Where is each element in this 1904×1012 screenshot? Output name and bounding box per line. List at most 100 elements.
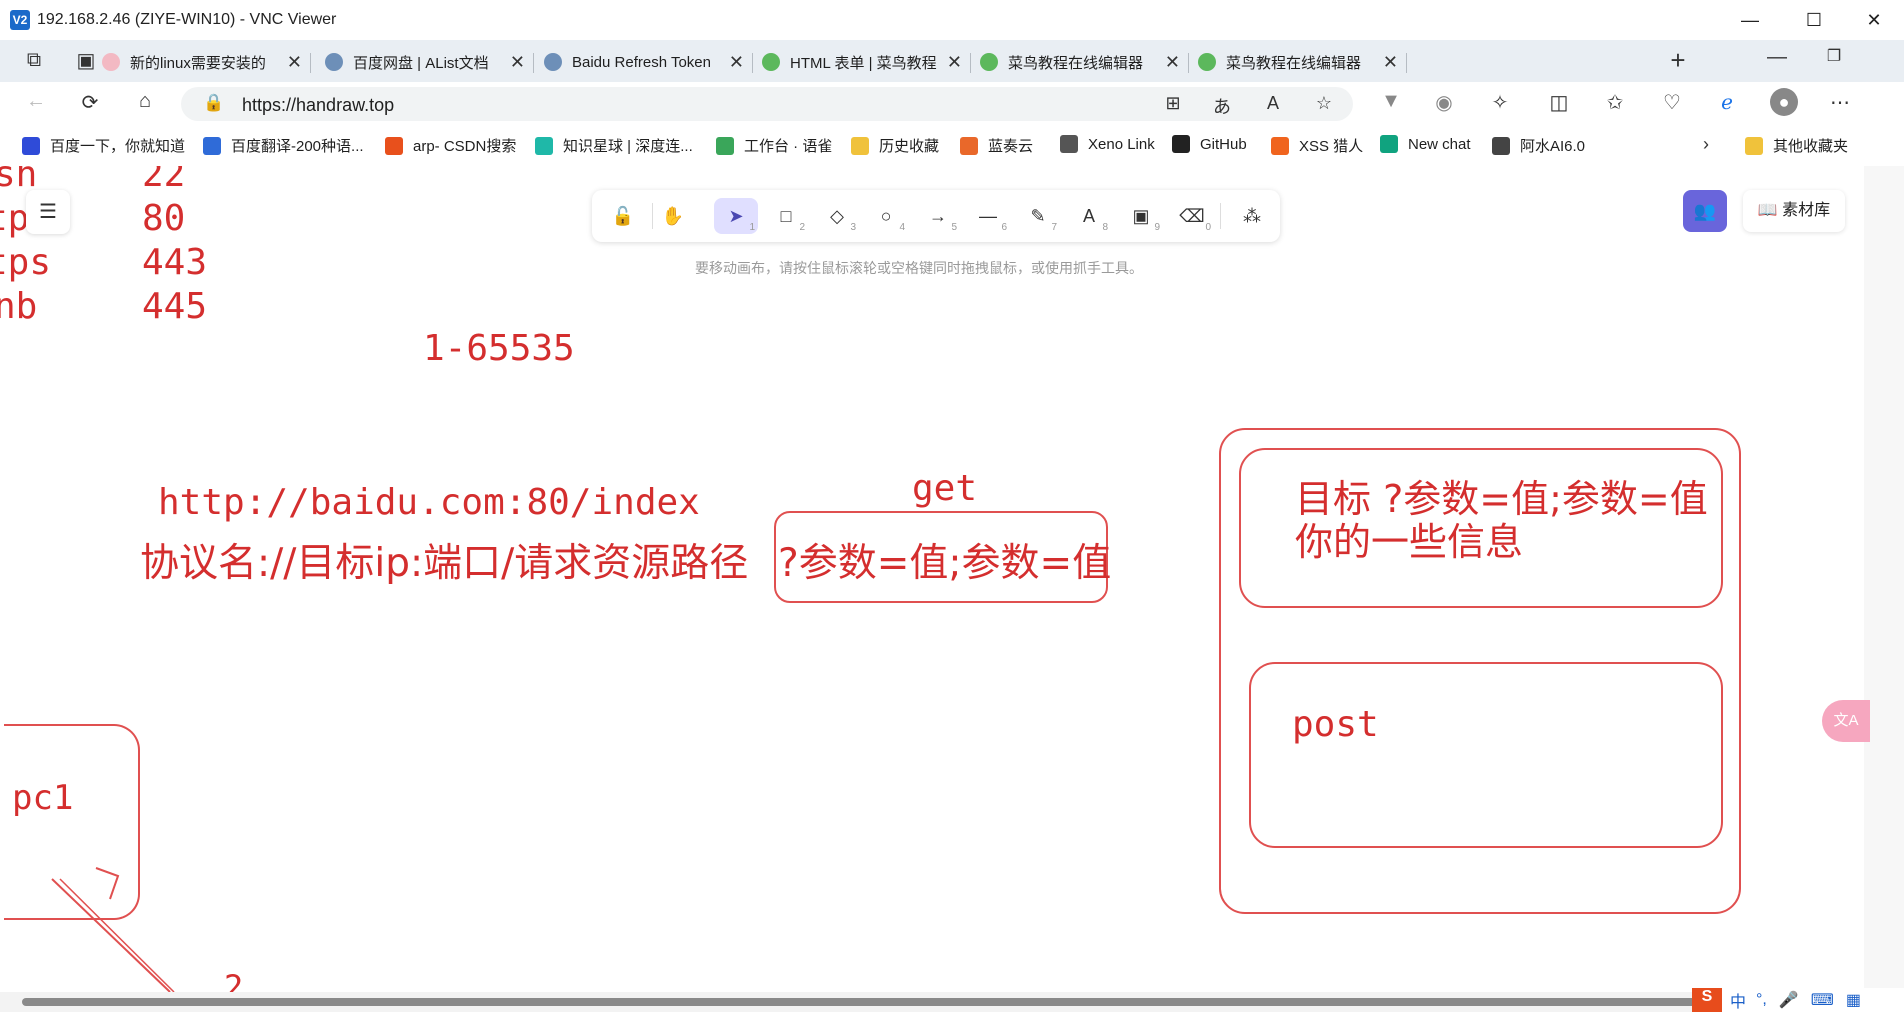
tool-3[interactable]: ➤ 1 (714, 198, 758, 234)
scrollbar-thumb[interactable] (22, 998, 1712, 1006)
translate-float-button[interactable]: 文A (1822, 700, 1870, 742)
tool-4[interactable]: □ 2 (764, 198, 808, 234)
workspaces-icon[interactable]: ⧉ (22, 49, 46, 72)
url-text[interactable]: https://handraw.top (242, 95, 394, 116)
ie-mode-icon[interactable]: ℯ (1715, 90, 1739, 115)
more-menu-icon[interactable]: ⋯ (1828, 90, 1852, 115)
reload-button[interactable]: ⟳ (78, 90, 102, 115)
protocol-name-text[interactable]: nb (0, 286, 37, 327)
grid-menu-icon[interactable]: ▦ (1846, 990, 1861, 1010)
bookmark-4[interactable]: 知识星球 | 深度连... (535, 135, 693, 156)
tab-6[interactable]: 菜鸟教程在线编辑器 ✕ (1186, 45, 1398, 79)
favorite-star-icon[interactable]: ☆ (1312, 93, 1336, 114)
tool-11[interactable]: ▣ 9 (1119, 198, 1163, 234)
favorites-icon[interactable]: ✩ (1603, 90, 1627, 115)
port-number-text[interactable]: 22 (142, 166, 185, 195)
bookmark-5[interactable]: 工作台 · 语雀 (716, 135, 832, 156)
tool-6[interactable]: ○ 4 (864, 198, 908, 234)
home-button[interactable]: ⌂ (133, 90, 157, 113)
tab-1[interactable]: 新的linux需要安装的 ✕ (90, 45, 302, 79)
post-label-text[interactable]: post (1292, 704, 1379, 745)
tab-2[interactable]: 百度网盘 | AList文档 ✕ (313, 45, 525, 79)
tab-4[interactable]: HTML 表单 | 菜鸟教程 ✕ (750, 45, 962, 79)
horizontal-scrollbar[interactable] (0, 992, 1904, 1012)
tab-label: HTML 表单 | 菜鸟教程 (790, 54, 937, 72)
tab-close-icon[interactable]: ✕ (947, 52, 962, 73)
drawing-canvas[interactable]: sh22tp80tps443nb445 1-65535 http://baidu… (0, 166, 1864, 992)
minimize-button[interactable]: — (1727, 4, 1773, 36)
browser-minimize-button[interactable]: — (1765, 46, 1789, 69)
tool-1[interactable]: 🔓 (601, 198, 645, 234)
close-button[interactable]: ✕ (1851, 4, 1897, 36)
bookmark-12[interactable]: 阿水AI6.0 (1492, 135, 1585, 156)
url-format-text[interactable]: 协议名://目标ip:端口/请求资源路径 (140, 532, 748, 588)
maximize-button[interactable]: ☐ (1791, 4, 1837, 36)
vertical-scrollbar[interactable] (1864, 166, 1904, 992)
tool-9[interactable]: ✎ 7 (1016, 198, 1060, 234)
browser-restore-button[interactable]: ❐ (1822, 46, 1846, 66)
bookmark-9[interactable]: GitHub (1172, 135, 1247, 153)
keyboard-icon[interactable]: ⌨ (1811, 990, 1834, 1010)
address-bar[interactable]: 🔒 https://handraw.top ⊞ あ A ☆ (181, 87, 1353, 121)
browser-essentials-icon[interactable]: ♡ (1660, 90, 1684, 115)
back-button[interactable]: ← (24, 90, 48, 113)
port-range-text[interactable]: 1-65535 (423, 328, 575, 369)
tab-close-icon[interactable]: ✕ (729, 52, 744, 73)
params-text[interactable]: ?参数=值;参数=值 (778, 532, 1111, 588)
extensions-icon[interactable]: ✧ (1488, 90, 1512, 115)
bookmark-3[interactable]: arp- CSDN搜索 (385, 135, 516, 156)
lock-icon[interactable]: 🔒 (203, 93, 224, 113)
tab-3[interactable]: Baidu Refresh Token ✕ (532, 45, 744, 79)
microphone-icon[interactable]: 🎤 (1779, 990, 1799, 1010)
bookmark-label: New chat (1408, 135, 1471, 153)
tab-close-icon[interactable]: ✕ (510, 52, 525, 73)
punctuation-mode-text[interactable]: °, (1756, 991, 1767, 1009)
tab-5[interactable]: 菜鸟教程在线编辑器 ✕ (968, 45, 1180, 79)
bookmark-11[interactable]: New chat (1380, 135, 1471, 153)
bookmark-1[interactable]: 百度一下，你就知道 (22, 135, 185, 156)
tab-close-icon[interactable]: ✕ (1383, 52, 1398, 73)
tool-7[interactable]: → 5 (916, 198, 960, 234)
tab-close-icon[interactable]: ✕ (1165, 52, 1180, 73)
port-number-text[interactable]: 445 (142, 286, 207, 327)
bookmark-2[interactable]: 百度翻译-200种语... (203, 135, 364, 156)
translate-icon[interactable]: あ (1210, 93, 1234, 119)
record-icon[interactable]: ◉ (1432, 90, 1456, 115)
pc1-label-text[interactable]: pc1 (12, 778, 73, 818)
new-tab-button[interactable]: + (1666, 45, 1690, 76)
tool-10[interactable]: A8 (1067, 198, 1111, 234)
tool-13[interactable]: ⁂ (1230, 198, 1274, 234)
apps-icon[interactable]: ⊞ (1161, 93, 1185, 114)
tab-close-icon[interactable]: ✕ (287, 52, 302, 73)
partial-text[interactable]: 2 (224, 968, 243, 992)
bookmark-10[interactable]: XSS 猎人 (1271, 135, 1363, 156)
post-request-box[interactable] (1249, 662, 1723, 848)
profile-avatar-icon[interactable]: ● (1770, 88, 1798, 116)
protocol-name-text[interactable]: tp (0, 198, 29, 239)
vue-devtools-icon[interactable]: ▼ (1379, 90, 1403, 113)
bookmark-8[interactable]: Xeno Link (1060, 135, 1155, 153)
read-aloud-icon[interactable]: A (1261, 93, 1285, 114)
ime-mode-text[interactable]: 中 (1730, 988, 1746, 1012)
get-label-text[interactable]: get (912, 468, 977, 509)
pc1-box[interactable] (4, 724, 140, 920)
tool-8[interactable]: —6 (966, 198, 1010, 234)
tool-5[interactable]: ◇ 3 (815, 198, 859, 234)
tool-2[interactable]: ✋ (651, 198, 695, 234)
bookmarks-overflow-chevron-icon[interactable]: › (1696, 134, 1716, 155)
url-example-text[interactable]: http://baidu.com:80/index (158, 482, 700, 523)
port-number-text[interactable]: 80 (142, 198, 185, 239)
bookmark-6[interactable]: 历史收藏 (851, 135, 939, 156)
tool-12[interactable]: ⌫ 0 (1170, 198, 1214, 234)
bookmark-7[interactable]: 蓝奏云 (960, 135, 1033, 156)
get-box-line2[interactable]: 你的一些信息 (1295, 511, 1523, 566)
other-bookmarks-folder[interactable]: 其他收藏夹 (1745, 135, 1848, 156)
protocol-name-text[interactable]: tps (0, 242, 51, 283)
sogou-ime-icon[interactable]: S (1692, 988, 1722, 1012)
port-number-text[interactable]: 443 (142, 242, 207, 283)
library-button[interactable]: 📖 素材库 (1743, 190, 1845, 232)
main-menu-button[interactable]: ☰ (26, 190, 70, 234)
collaborate-button[interactable]: 👥 (1683, 190, 1727, 232)
split-screen-icon[interactable]: ◫ (1547, 90, 1571, 115)
tab-favicon-icon (102, 53, 120, 71)
